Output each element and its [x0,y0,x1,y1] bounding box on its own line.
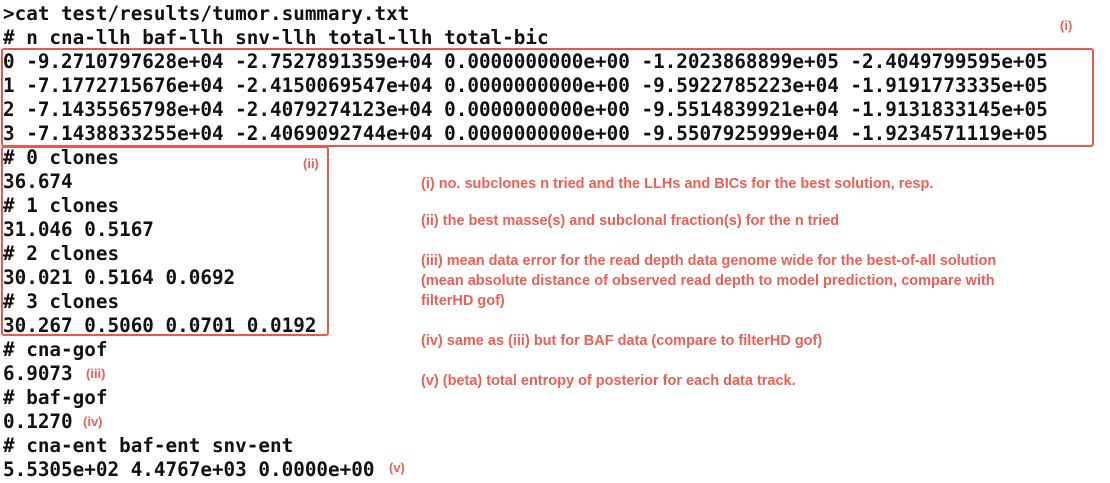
annotation-box-ii [1,146,329,336]
baf-gof-value: 0.1270 [3,410,73,433]
entropy-header: # cna-ent baf-ent snv-ent [3,434,294,457]
table-header: # n cna-llh baf-llh snv-llh total-llh to… [3,26,549,49]
note-i: (i) no. subclones n tried and the LLHs a… [421,176,934,192]
cna-gof-header: # cna-gof [3,338,108,361]
annotation-tag-ii: (ii) [303,156,319,171]
note-v: (v) (beta) total entropy of posterior fo… [421,373,796,389]
note-iii-line1: (iii) mean data error for the read depth… [421,253,997,269]
note-iv: (iv) same as (iii) but for BAF data (com… [421,333,823,349]
note-iii-line3: filterHD gof) [421,293,505,309]
annotation-tag-v: (v) [389,460,405,475]
note-iii-line2: (mean absolute distance of observed read… [421,273,995,289]
annotation-tag-i: (i) [1060,18,1073,33]
cna-gof-value: 6.9073 [3,362,73,385]
annotation-tag-iv: (iv) [83,414,103,429]
baf-gof-header: # baf-gof [3,386,108,409]
note-ii: (ii) the best masse(s) and subclonal fra… [421,213,840,229]
entropy-value: 5.5305e+02 4.4767e+03 0.0000e+00 [3,458,375,481]
annotation-box-i [1,48,1094,147]
command-line: >cat test/results/tumor.summary.txt [3,2,410,25]
annotation-tag-iii: (iii) [86,366,106,381]
